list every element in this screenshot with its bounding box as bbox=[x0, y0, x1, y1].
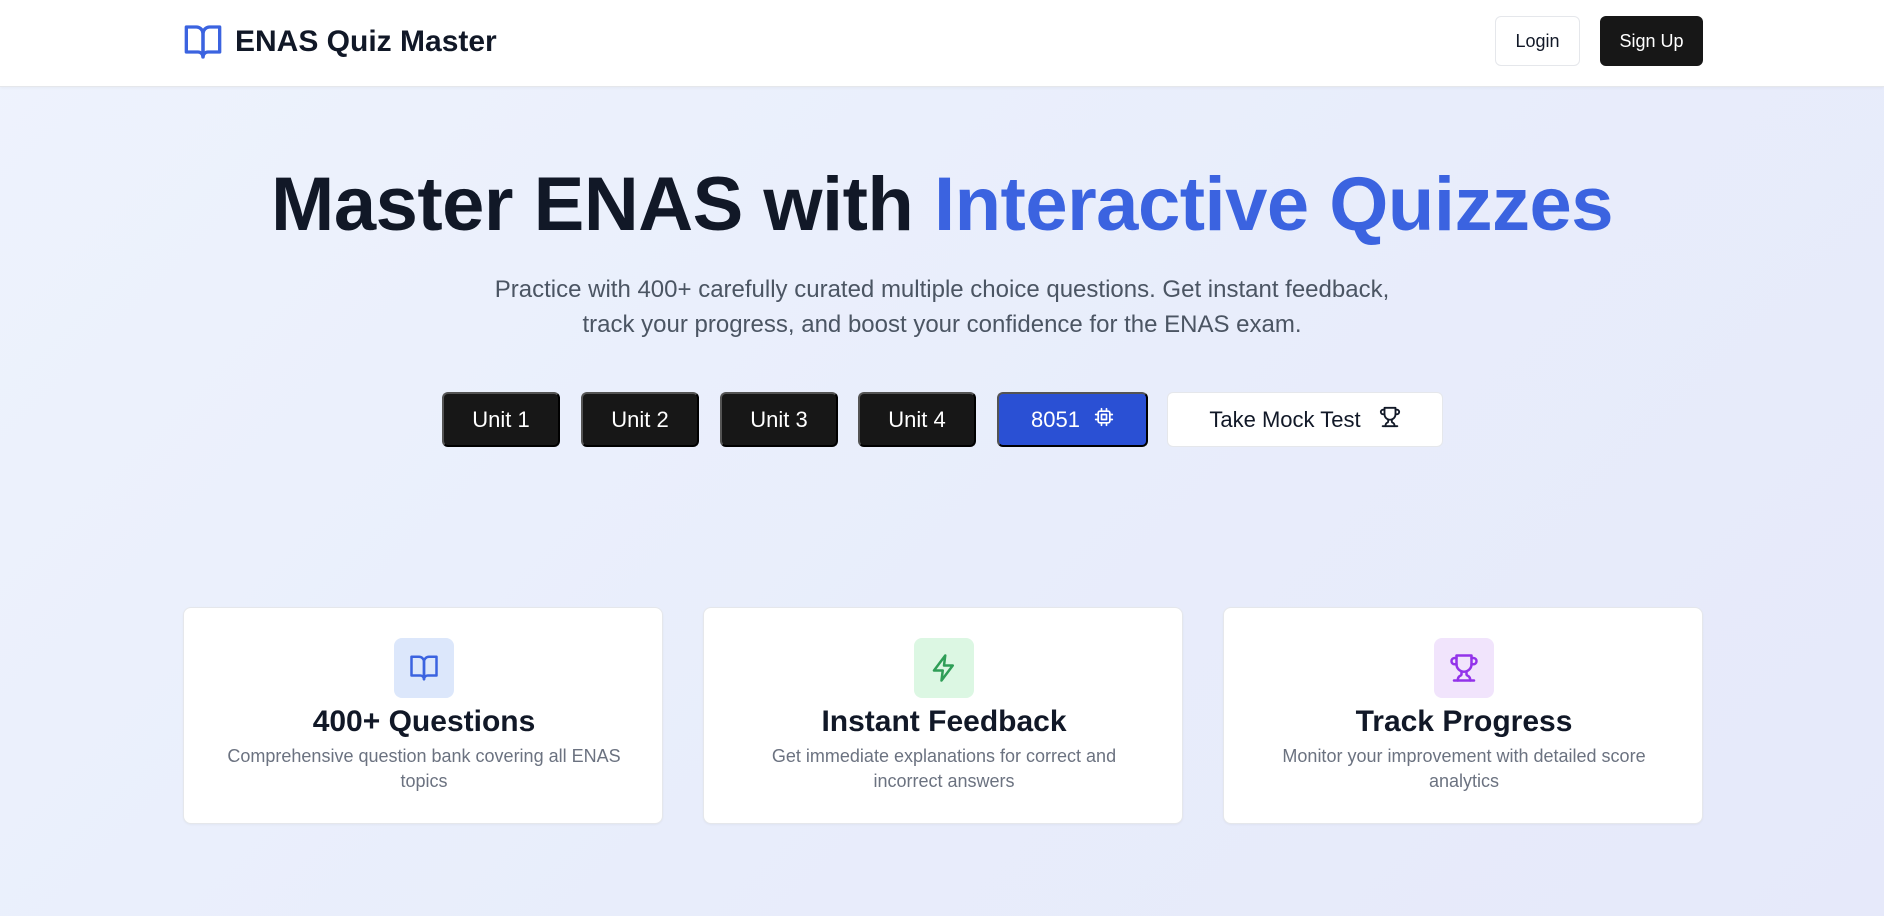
feature-title: Track Progress bbox=[1355, 705, 1573, 738]
unit-1-button[interactable]: Unit 1 bbox=[442, 392, 560, 447]
8051-button-label: 8051 bbox=[1031, 406, 1080, 432]
feature-description: Monitor your improvement with detailed s… bbox=[1282, 746, 1646, 791]
feature-title: Instant Feedback bbox=[821, 705, 1067, 738]
login-button[interactable]: Login bbox=[1495, 16, 1580, 66]
feature-card-questions: 400+ Questions Comprehensive question ba… bbox=[183, 607, 663, 824]
feature-description: Get immediate explanations for correct a… bbox=[771, 746, 1117, 791]
feature-title: 400+ Questions bbox=[312, 705, 536, 738]
feature-card-progress: Track Progress Monitor your improvement … bbox=[1223, 607, 1703, 824]
cpu-chip-icon bbox=[1094, 407, 1114, 433]
hero-subtitle-line2: track your progress, and boost your conf… bbox=[582, 311, 1302, 338]
hero-title-accent: Interactive Quizzes bbox=[933, 162, 1614, 247]
hero-title: Master ENAS with Interactive Quizzes bbox=[0, 160, 1884, 250]
hero-subtitle-line1: Practice with 400+ carefully curated mul… bbox=[494, 276, 1390, 303]
lightning-bolt-icon bbox=[914, 638, 974, 698]
hero-title-main: Master ENAS with bbox=[271, 162, 934, 247]
unit-2-button[interactable]: Unit 2 bbox=[581, 392, 699, 447]
feature-description: Comprehensive question bank covering all… bbox=[227, 746, 621, 791]
hero-subtitle: Practice with 400+ carefully curated mul… bbox=[442, 272, 1442, 342]
brand-title: ENAS Quiz Master bbox=[235, 25, 497, 58]
signup-button[interactable]: Sign Up bbox=[1600, 16, 1703, 66]
open-book-icon bbox=[183, 22, 223, 62]
take-mock-test-button[interactable]: Take Mock Test bbox=[1167, 392, 1443, 447]
brand[interactable]: ENAS Quiz Master bbox=[183, 22, 497, 62]
trophy-icon bbox=[1379, 406, 1401, 434]
trophy-icon bbox=[1434, 638, 1494, 698]
open-book-icon bbox=[394, 638, 454, 698]
feature-card-feedback: Instant Feedback Get immediate explanati… bbox=[703, 607, 1183, 824]
take-mock-test-label: Take Mock Test bbox=[1209, 406, 1361, 432]
unit-4-button[interactable]: Unit 4 bbox=[858, 392, 976, 447]
unit-3-button[interactable]: Unit 3 bbox=[720, 392, 838, 447]
top-navbar: ENAS Quiz Master Login Sign Up bbox=[0, 0, 1884, 87]
8051-button[interactable]: 8051 bbox=[997, 392, 1148, 447]
